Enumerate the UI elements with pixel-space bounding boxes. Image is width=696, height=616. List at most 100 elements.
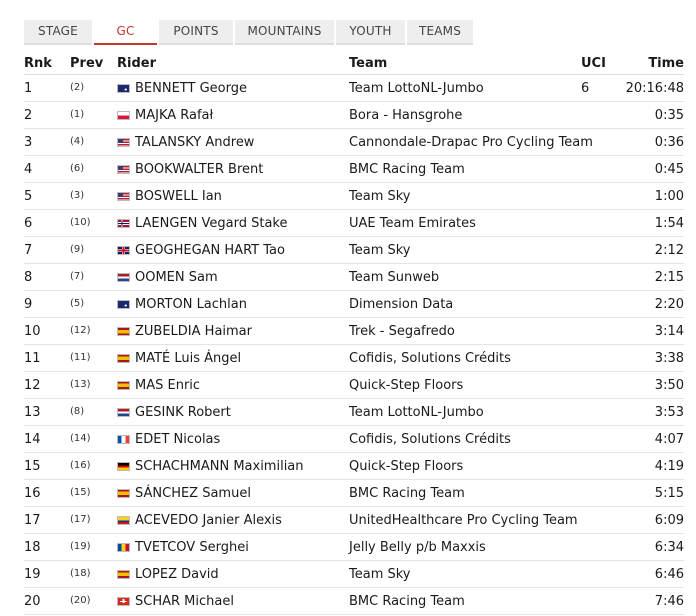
team-link[interactable]: Dimension Data [349,297,453,312]
time-cell: 2:12 [654,243,684,258]
tab-points[interactable]: POINTS [159,20,233,45]
france-flag-icon [117,435,130,444]
prev-rank-cell: (17) [70,514,91,525]
table-row: 14 (14) EDET Nicolas Cofidis, Solutions Cré… [24,426,684,453]
time-cell: 1:00 [654,189,684,204]
netherlands-flag-icon [117,408,130,417]
rider-link[interactable]: BOOKWALTER Brent [135,162,263,177]
rank-cell: 8 [24,270,33,285]
col-uci[interactable]: UCI [581,56,606,71]
team-link[interactable]: BMC Racing Team [349,486,465,501]
rider-link[interactable]: SCHACHMANN Maximilian [135,459,304,474]
rider-link[interactable]: GESINK Robert [135,405,231,420]
table-row: 2 (1) MAJKA Rafał Bora - Hansgrohe 0:35 [24,102,684,129]
uci-points-cell: 6 [581,81,590,96]
team-link[interactable]: Quick-Step Floors [349,459,463,474]
team-link[interactable]: BMC Racing Team [349,594,465,609]
tab-teams[interactable]: TEAMS [407,20,473,45]
rider-link[interactable]: ACEVEDO Janier Alexis [135,513,282,528]
table-row: 6 (10) LAENGEN Vegard Stake UAE Team Emirat… [24,210,684,237]
rank-cell: 6 [24,216,33,231]
tab-youth[interactable]: YOUTH [336,20,405,45]
table-body: 1 (2) BENNETT George Team LottoNL-Jumbo 6 20:… [24,75,684,615]
prev-rank-cell: (8) [70,406,85,417]
netherlands-flag-icon [117,273,130,282]
team-link[interactable]: Bora - Hansgrohe [349,108,462,123]
table-row: 3 (4) TALANSKY Andrew Cannondale-Drapac Pro… [24,129,684,156]
usa-flag-icon [117,165,130,174]
team-link[interactable]: Trek - Segafredo [349,324,455,339]
time-cell: 20:16:48 [625,81,684,96]
prev-rank-cell: (19) [70,541,91,552]
table-row: 10 (12) ZUBELDIA Haimar Trek - Segafredo 3:1… [24,318,684,345]
uk-flag-icon [117,246,130,255]
time-cell: 3:14 [654,324,684,339]
team-link[interactable]: Team Sky [349,243,411,258]
team-link[interactable]: Jelly Belly p/b Maxxis [349,540,486,555]
tab-gc[interactable]: GC [94,20,157,45]
rider-link[interactable]: SÁNCHEZ Samuel [135,486,251,501]
col-time[interactable]: Time [648,56,684,71]
rank-cell: 20 [24,594,41,609]
rider-link[interactable]: LOPEZ David [135,567,219,582]
table-row: 18 (19) TVETCOV Serghei Jelly Belly p/b Max… [24,534,684,561]
rider-link[interactable]: GEOGHEGAN HART Tao [135,243,285,258]
rider-link[interactable]: TALANSKY Andrew [135,135,254,150]
rank-cell: 11 [24,351,41,366]
time-cell: 3:38 [654,351,684,366]
rank-cell: 13 [24,405,41,420]
tab-mountains[interactable]: MOUNTAINS [235,20,334,45]
rank-cell: 7 [24,243,33,258]
team-link[interactable]: Quick-Step Floors [349,378,463,393]
team-link[interactable]: Team LottoNL-Jumbo [349,81,484,96]
norway-flag-icon [117,219,130,228]
table-row: 17 (17) ACEVEDO Janier Alexis UnitedHealthc… [24,507,684,534]
rank-cell: 19 [24,567,41,582]
spain-flag-icon [117,570,130,579]
rider-link[interactable]: TVETCOV Serghei [135,540,249,555]
rider-link[interactable]: MAS Enric [135,378,200,393]
time-cell: 0:35 [654,108,684,123]
rider-link[interactable]: MATÉ Luis Ángel [135,351,241,366]
team-link[interactable]: Cannondale-Drapac Pro Cycling Team [349,135,593,150]
tab-stage[interactable]: STAGE [24,20,92,45]
table-row: 12 (13) MAS Enric Quick-Step Floors 3:50 [24,372,684,399]
table-row: 15 (16) SCHACHMANN Maximilian Quick-Step Fl… [24,453,684,480]
team-link[interactable]: Team LottoNL-Jumbo [349,405,484,420]
rider-link[interactable]: EDET Nicolas [135,432,220,447]
rank-cell: 9 [24,297,33,312]
time-cell: 3:50 [654,378,684,393]
rank-cell: 2 [24,108,33,123]
col-team[interactable]: Team [349,56,387,71]
team-link[interactable]: UAE Team Emirates [349,216,476,231]
time-cell: 4:19 [654,459,684,474]
team-link[interactable]: Team Sunweb [349,270,439,285]
col-prev[interactable]: Prev [70,56,103,71]
col-rider[interactable]: Rider [117,56,156,71]
team-link[interactable]: Team Sky [349,567,411,582]
rider-link[interactable]: MORTON Lachlan [135,297,247,312]
rider-link[interactable]: BOSWELL Ian [135,189,222,204]
rider-link[interactable]: MAJKA Rafał [135,108,213,123]
team-link[interactable]: Cofidis, Solutions Crédits [349,351,511,366]
team-link[interactable]: UnitedHealthcare Pro Cycling Team [349,513,578,528]
time-cell: 6:34 [654,540,684,555]
prev-rank-cell: (15) [70,487,91,498]
col-rnk[interactable]: Rnk [24,56,52,71]
table-row: 11 (11) MATÉ Luis Ángel Cofidis, Solutions … [24,345,684,372]
rider-link[interactable]: SCHAR Michael [135,594,234,609]
team-link[interactable]: Team Sky [349,189,411,204]
rank-cell: 4 [24,162,33,177]
team-link[interactable]: BMC Racing Team [349,162,465,177]
team-link[interactable]: Cofidis, Solutions Crédits [349,432,511,447]
rider-link[interactable]: OOMEN Sam [135,270,218,285]
table-row: 5 (3) BOSWELL Ian Team Sky 1:00 [24,183,684,210]
table-row: 16 (15) SÁNCHEZ Samuel BMC Racing Team 5:15 [24,480,684,507]
prev-rank-cell: (11) [70,352,91,363]
time-cell: 2:15 [654,270,684,285]
rider-link[interactable]: BENNETT George [135,81,247,96]
time-cell: 4:07 [654,432,684,447]
rider-link[interactable]: LAENGEN Vegard Stake [135,216,288,231]
rider-link[interactable]: ZUBELDIA Haimar [135,324,252,339]
prev-rank-cell: (9) [70,244,85,255]
